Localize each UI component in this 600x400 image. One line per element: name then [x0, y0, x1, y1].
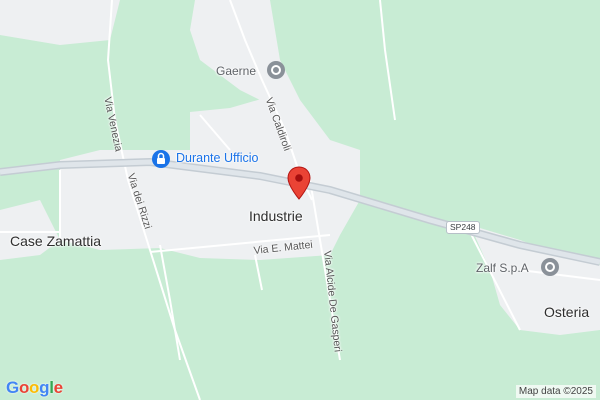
urban-area-left — [0, 0, 120, 45]
poi-label-durante-ufficio[interactable]: Durante Ufficio — [176, 151, 258, 165]
place-label-osteria: Osteria — [544, 304, 590, 320]
place-label-industrie: Industrie — [249, 208, 303, 224]
road-shield-sp248: SP248 — [446, 221, 480, 234]
poi-icon-gaerne[interactable] — [266, 60, 286, 85]
google-logo: Google — [6, 378, 63, 397]
poi-icon-lock-durante-ufficio[interactable] — [151, 149, 171, 174]
urban-area-west — [0, 200, 60, 260]
poi-label-zalf[interactable]: Zalf S.p.A — [476, 261, 529, 275]
poi-icon-zalf[interactable] — [540, 257, 560, 282]
urban-area-north — [190, 0, 300, 110]
map-canvas[interactable]: Via Venezia Via dei Rizzi Via Caldiroli … — [0, 0, 600, 400]
location-pin-icon[interactable] — [286, 166, 312, 205]
place-label-case-zamattia: Case Zamattia — [10, 233, 102, 249]
map-data-credit[interactable]: Map data ©2025 — [515, 385, 596, 398]
poi-label-gaerne[interactable]: Gaerne — [216, 64, 256, 78]
